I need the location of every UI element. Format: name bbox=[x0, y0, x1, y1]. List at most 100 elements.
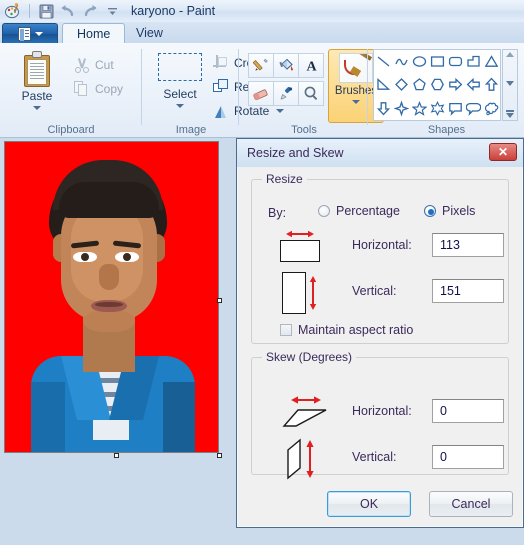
skew-legend: Skew (Degrees) bbox=[262, 350, 357, 364]
skew-section: Skew (Degrees) Horizontal: 0 Vertical: 0 bbox=[251, 350, 509, 480]
clipboard-group-label: Clipboard bbox=[47, 124, 95, 136]
select-button[interactable]: Select bbox=[149, 49, 211, 121]
image-group-label: Image bbox=[175, 124, 207, 136]
customize-qat-icon[interactable] bbox=[103, 2, 121, 20]
shapes-group-label: Shapes bbox=[427, 124, 466, 136]
right-arrow-shape-icon[interactable] bbox=[446, 73, 464, 96]
resize-horizontal-input[interactable]: 113 bbox=[432, 233, 504, 257]
curve-shape-icon[interactable] bbox=[392, 50, 410, 73]
tab-home[interactable]: Home bbox=[62, 23, 126, 44]
ribbon-group-clipboard: Paste Cut Copy Clipboard bbox=[0, 43, 142, 138]
rectangle-shape-icon[interactable] bbox=[428, 50, 446, 73]
tool-row-top: A bbox=[248, 53, 324, 78]
radio-pixels[interactable]: Pixels bbox=[424, 204, 475, 218]
clipboard-icon bbox=[22, 51, 52, 87]
diamond-shape-icon[interactable] bbox=[392, 73, 410, 96]
magnifier-icon[interactable] bbox=[298, 81, 324, 106]
paint-app-icon[interactable] bbox=[4, 2, 22, 20]
paste-label: Paste bbox=[21, 89, 53, 103]
chevron-down-icon bbox=[34, 32, 43, 36]
shapes-gallery[interactable] bbox=[373, 49, 501, 121]
shapes-gallery-scrollbar[interactable] bbox=[502, 49, 518, 121]
skew-horizontal-label: Horizontal: bbox=[352, 404, 412, 418]
chevron-down-icon[interactable] bbox=[176, 104, 184, 108]
undo-icon[interactable] bbox=[59, 2, 77, 20]
rectangular-callout-icon[interactable] bbox=[446, 97, 464, 120]
ribbon-group-image: Select Crop Resize Rotate Image bbox=[143, 43, 285, 138]
copy-label: Copy bbox=[95, 82, 124, 96]
rounded-rectangle-shape-icon[interactable] bbox=[446, 50, 464, 73]
svg-text:A: A bbox=[306, 60, 317, 75]
portrait-photo bbox=[5, 142, 218, 452]
copy-button[interactable]: Copy bbox=[74, 79, 123, 99]
radio-percentage[interactable]: Percentage bbox=[318, 204, 400, 218]
hexagon-shape-icon[interactable] bbox=[428, 73, 446, 96]
paint-menu-button[interactable] bbox=[2, 23, 58, 44]
dialog-title-bar[interactable]: Resize and Skew ✕ bbox=[237, 139, 523, 167]
scroll-down-icon[interactable] bbox=[506, 81, 514, 86]
chevron-down-icon[interactable] bbox=[33, 106, 41, 110]
ok-button[interactable]: OK bbox=[327, 491, 411, 517]
skew-vertical-label: Vertical: bbox=[352, 450, 397, 464]
oval-shape-icon[interactable] bbox=[410, 50, 428, 73]
four-point-star-shape-icon[interactable] bbox=[392, 97, 410, 120]
resize-handle-corner[interactable] bbox=[217, 453, 222, 458]
close-icon[interactable]: ✕ bbox=[489, 143, 517, 161]
triangle-shape-icon[interactable] bbox=[482, 50, 500, 73]
cloud-callout-icon[interactable] bbox=[482, 97, 500, 120]
rotate-icon bbox=[213, 103, 229, 119]
right-triangle-shape-icon[interactable] bbox=[374, 73, 392, 96]
eraser-icon[interactable] bbox=[248, 81, 274, 106]
by-label: By: bbox=[268, 206, 287, 220]
save-icon[interactable] bbox=[37, 2, 55, 20]
tab-view[interactable]: View bbox=[122, 23, 177, 44]
gallery-expand-icon[interactable] bbox=[506, 110, 514, 118]
copy-pages-icon bbox=[74, 81, 90, 97]
line-shape-icon[interactable] bbox=[374, 50, 392, 73]
resize-legend: Resize bbox=[262, 172, 307, 186]
group-divider bbox=[141, 49, 142, 125]
horizontal-skew-icon bbox=[282, 392, 334, 428]
text-tool-icon[interactable]: A bbox=[298, 53, 324, 78]
pencil-icon[interactable] bbox=[248, 53, 274, 78]
pentagon-shape-icon[interactable] bbox=[410, 73, 428, 96]
polygon-shape-icon[interactable] bbox=[464, 50, 482, 73]
left-arrow-shape-icon[interactable] bbox=[464, 73, 482, 96]
skew-horizontal-input[interactable]: 0 bbox=[432, 399, 504, 423]
cancel-button[interactable]: Cancel bbox=[429, 491, 513, 517]
up-arrow-shape-icon[interactable] bbox=[482, 73, 500, 96]
checkbox-icon bbox=[280, 324, 292, 336]
cut-button[interactable]: Cut bbox=[74, 55, 114, 75]
maintain-aspect-ratio-checkbox[interactable]: Maintain aspect ratio bbox=[280, 323, 413, 337]
paste-button[interactable]: Paste bbox=[6, 49, 68, 121]
rounded-callout-icon[interactable] bbox=[464, 97, 482, 120]
crop-icon bbox=[213, 55, 229, 71]
resize-and-skew-dialog: Resize and Skew ✕ Resize By: Percentage … bbox=[236, 138, 524, 528]
cut-label: Cut bbox=[95, 58, 114, 72]
window-title: karyono - Paint bbox=[131, 4, 216, 18]
resize-vertical-input[interactable]: 151 bbox=[432, 279, 504, 303]
resize-handle-right[interactable] bbox=[217, 298, 222, 303]
scissors-icon bbox=[74, 57, 90, 73]
redo-icon[interactable] bbox=[81, 2, 99, 20]
maintain-aspect-ratio-label: Maintain aspect ratio bbox=[298, 323, 414, 337]
ribbon-group-shapes: Shapes bbox=[369, 43, 524, 138]
six-point-star-shape-icon[interactable] bbox=[428, 97, 446, 120]
color-picker-icon[interactable] bbox=[273, 81, 299, 106]
five-point-star-shape-icon[interactable] bbox=[410, 97, 428, 120]
tool-row-bottom bbox=[248, 81, 324, 106]
resize-icon bbox=[213, 79, 229, 95]
tools-group-label: Tools bbox=[291, 124, 317, 136]
percentage-label: Percentage bbox=[336, 204, 400, 218]
ribbon-tab-strip: Home View bbox=[0, 22, 524, 44]
resize-handle-bottom[interactable] bbox=[114, 453, 119, 458]
scroll-up-icon[interactable] bbox=[506, 52, 514, 57]
toolbar-divider bbox=[29, 4, 30, 18]
image-canvas[interactable] bbox=[4, 141, 219, 453]
ribbon: Paste Cut Copy Clipboard Select Crop Rot… bbox=[0, 43, 524, 138]
down-arrow-shape-icon[interactable] bbox=[374, 97, 392, 120]
fill-bucket-icon[interactable] bbox=[273, 53, 299, 78]
chevron-down-icon[interactable] bbox=[352, 100, 360, 104]
skew-vertical-input[interactable]: 0 bbox=[432, 445, 504, 469]
resize-section: Resize By: Percentage Pixels Horizontal:… bbox=[251, 172, 509, 344]
